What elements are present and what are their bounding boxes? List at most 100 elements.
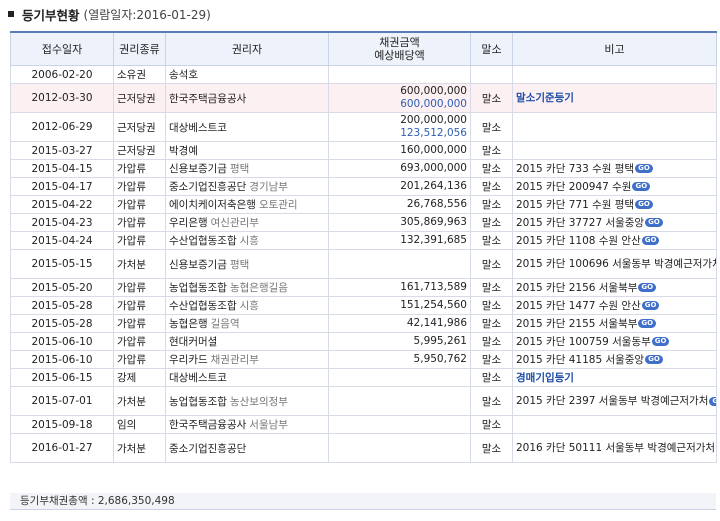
holder-cell: 한국주택금융공사 서울남부 <box>165 415 329 434</box>
go-button[interactable]: GO <box>638 319 657 328</box>
claim-amount: 5,950,762 <box>413 353 467 365</box>
total-claims-footer: 등기부채권총액 : 2,686,350,498 <box>10 493 716 510</box>
table-row: 2015-07-01 가처분 농업협동조합 농산보의정부 말소 2015 카단 2397 … <box>10 386 717 416</box>
case-number: 2015 카단 2397 서울동부 박경예근저가처 <box>516 395 709 407</box>
case-number: 2015 카단 733 수원 평택 <box>516 162 635 175</box>
total-claims-label: 등기부채권총액 <box>20 495 88 507</box>
note-cell: 2015 카단 2155 서울북부 GO <box>512 314 717 333</box>
erase-status: 말소 <box>470 433 513 463</box>
holder-branch: 평택 <box>229 163 250 175</box>
receipt-date: 2015-05-28 <box>10 314 114 333</box>
note-cell: 2016 카단 50111 서울동부 박경예근저가처GO <box>512 433 717 463</box>
col-header-amount-line1: 채권금액 <box>379 36 420 49</box>
go-button[interactable]: GO <box>645 218 663 227</box>
holder-branch: 평택 <box>229 258 250 271</box>
holder-branch: 농산보의정부 <box>229 395 288 408</box>
col-header-holder: 권리자 <box>165 31 329 66</box>
erase-status: 말소 <box>470 296 513 315</box>
go-button[interactable]: GO <box>709 396 716 406</box>
amount-cell <box>328 386 471 416</box>
amount-cell: 132,391,685 <box>328 231 471 250</box>
go-button[interactable]: GO <box>641 301 660 310</box>
note-link[interactable]: 경매기입등기 <box>516 372 574 384</box>
receipt-date: 2015-05-20 <box>10 278 114 297</box>
total-claims-value: 2,686,350,498 <box>97 495 175 507</box>
table-row: 2016-01-27 가처분 중소기업진흥공단 말소 2016 카단 50111 서울동… <box>10 433 717 463</box>
erase-status: 말소 <box>470 112 513 142</box>
go-button[interactable]: GO <box>645 355 663 364</box>
claim-amount: 201,264,136 <box>400 180 467 192</box>
table-row: 2015-04-17 가압류 중소기업진흥공단 경기남부 201,264,136 말소 20… <box>10 177 717 196</box>
right-kind: 근저당권 <box>113 83 166 113</box>
note-cell: 2015 카단 733 수원 평택 GO <box>512 159 717 178</box>
table-row: 2015-06-15 강제 대상베스트코 말소 경매기입등기 <box>10 368 717 387</box>
table-row: 2015-05-28 가압류 농협은행 길음역 42,141,986 말소 2015 카단 … <box>10 314 717 333</box>
case-number: 2015 카단 100696 서울동부 박경예근저가처 <box>516 258 717 270</box>
right-kind: 가압류 <box>113 314 166 333</box>
receipt-date: 2016-01-27 <box>10 433 114 463</box>
right-kind: 가압류 <box>113 278 166 297</box>
holder-branch: 서울남부 <box>249 419 288 431</box>
amount-cell: 160,000,000 <box>328 141 471 160</box>
receipt-date: 2015-05-28 <box>10 296 114 315</box>
case-number: 2015 카단 37727 서울중앙 <box>516 216 645 229</box>
amount-cell <box>328 249 471 279</box>
holder-name: 현대커머셜 <box>169 336 218 348</box>
claim-amount: 132,391,685 <box>400 234 467 246</box>
holder-branch: 오토관리 <box>258 199 298 211</box>
holder-name: 중소기업진흥공단 <box>169 181 247 193</box>
right-kind: 가압류 <box>113 213 166 232</box>
case-number: 2015 카단 1477 수원 안산 <box>516 299 641 312</box>
holder-name: 한국주택금융공사 <box>169 92 247 105</box>
table-row: 2015-06-10 가압류 우리카드 채권관리부 5,950,762 말소 2015 카단… <box>10 350 717 369</box>
holder-name: 신용보증기금 <box>169 163 227 175</box>
case-number: 2016 카단 50111 서울동부 박경예근저가처 <box>516 442 716 454</box>
right-kind: 가처분 <box>113 433 166 463</box>
holder-cell: 수산업협동조합 시흥 <box>165 231 329 250</box>
note-cell: 2015 카단 1108 수원 안산 GO <box>512 231 717 250</box>
amount-cell: 600,000,000 600,000,000 <box>328 83 471 113</box>
holder-name: 우리카드 <box>169 354 208 366</box>
go-button[interactable]: GO <box>651 337 670 346</box>
amount-cell <box>328 368 471 387</box>
holder-cell: 농업협동조합 농협은행길음 <box>165 278 329 297</box>
go-button[interactable]: GO <box>635 200 653 209</box>
table-row: 2015-04-15 가압류 신용보증기금 평택 693,000,000 말소 2015 카… <box>10 159 717 178</box>
receipt-date: 2015-06-10 <box>10 350 114 369</box>
erase-status: 말소 <box>470 415 513 434</box>
right-kind: 소유권 <box>113 65 166 84</box>
holder-name: 수산업협동조합 <box>169 300 237 312</box>
note-cell: 2015 카단 200947 수원 GO <box>512 177 717 196</box>
note-cell: 2015 카단 37727 서울중앙 GO <box>512 213 717 232</box>
table-row: 2015-04-24 가압류 수산업협동조합 시흥 132,391,685 말소 2015 … <box>10 231 717 250</box>
amount-cell: 42,141,986 <box>328 314 471 333</box>
note-cell: 2015 카단 2156 서울북부 GO <box>512 278 717 297</box>
holder-branch: 채권관리부 <box>210 354 259 366</box>
receipt-date: 2012-03-30 <box>10 83 114 113</box>
note-cell <box>512 112 717 142</box>
go-button[interactable]: GO <box>632 182 651 191</box>
note-cell: 2015 카단 2397 서울동부 박경예근저가처GO <box>512 386 717 416</box>
receipt-date: 2015-04-24 <box>10 231 114 250</box>
holder-name: 에이치케이저축은행 <box>169 199 256 211</box>
amount-cell <box>328 433 471 463</box>
holder-cell: 신용보증기금 평택 <box>165 159 329 178</box>
holder-cell: 한국주택금융공사 <box>165 83 329 113</box>
col-header-date: 접수일자 <box>10 31 114 66</box>
go-button[interactable]: GO <box>635 164 653 173</box>
note-cell: 2015 카단 100696 서울동부 박경예근저가처GO <box>512 249 717 279</box>
claim-amount: 200,000,000 <box>400 114 467 126</box>
erase-status: 말소 <box>470 141 513 160</box>
erase-status: 말소 <box>470 368 513 387</box>
holder-branch: 시흥 <box>239 235 259 247</box>
go-button[interactable]: GO <box>641 236 660 245</box>
go-button[interactable]: GO <box>638 283 657 292</box>
amount-cell: 201,264,136 <box>328 177 471 196</box>
holder-name: 박경예 <box>169 145 198 157</box>
note-cell <box>512 141 717 160</box>
amount-cell: 200,000,000 123,512,056 <box>328 112 471 142</box>
receipt-date: 2015-04-17 <box>10 177 114 196</box>
erase-status: 말소 <box>470 350 513 369</box>
note-link[interactable]: 말소기준등기 <box>516 92 574 104</box>
case-number: 2015 카단 200947 수원 <box>516 180 632 193</box>
